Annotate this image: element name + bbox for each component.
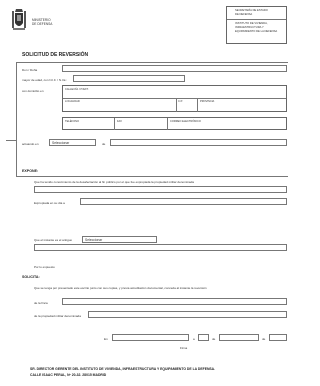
agency-line5: EQUIPAMIENTO DE LA DEFENSA bbox=[235, 30, 278, 33]
de-label-2: de bbox=[262, 337, 266, 341]
de-label: de bbox=[102, 142, 106, 146]
actuando-label: actuando en bbox=[22, 142, 39, 146]
de-field[interactable] bbox=[110, 139, 287, 146]
actuando-select-value: Seleccionar bbox=[52, 141, 70, 145]
en-label: En bbox=[104, 337, 108, 341]
telefono-label: TELÉFONO bbox=[65, 119, 79, 123]
anio-field[interactable] bbox=[269, 334, 287, 341]
expone-line3: Que el instante es el antiguo bbox=[34, 238, 73, 242]
instante-field[interactable] bbox=[34, 244, 287, 251]
correo-label: CORREO ELECTRÓNICO bbox=[170, 119, 201, 123]
provincia-label: PROVINCIA bbox=[200, 99, 215, 103]
don-dona-label: Don / Doña bbox=[22, 68, 38, 72]
solicita-line3: de la propiedad militar denominada bbox=[34, 314, 81, 318]
contact-block: TELÉFONO FAX CORREO ELECTRÓNICO bbox=[62, 117, 287, 130]
firma-label: Firma bbox=[180, 346, 188, 350]
solicita-heading: SOLICITA: bbox=[22, 275, 40, 279]
nif-label: mayor de edad, con N.I.F. / N.I.E.: bbox=[22, 78, 68, 82]
expone-line2: Expropiada en su día a bbox=[34, 201, 65, 205]
de-label-1: de bbox=[212, 337, 216, 341]
expone-line4: Por lo expuesto bbox=[34, 265, 55, 269]
footer-line1: SR. DIRECTOR GERENTE DEL INSTITUTO DE VI… bbox=[30, 367, 216, 371]
instante-select-value: Seleccionar bbox=[85, 238, 103, 242]
cp-label: C.P. bbox=[178, 99, 183, 103]
expone-line1: Que ha tenido conocimiento de la desafec… bbox=[34, 180, 194, 184]
finca-field[interactable] bbox=[62, 298, 287, 305]
a-label: a bbox=[193, 337, 195, 341]
denominada-field[interactable] bbox=[88, 311, 287, 318]
propiedad-field[interactable] bbox=[34, 186, 287, 193]
localidad-label: LOCALIDAD bbox=[65, 99, 80, 103]
expropiada-field[interactable] bbox=[80, 198, 287, 205]
agency-box: SECRETARÍA DE ESTADO DE DEFENSA INSTITUT… bbox=[226, 6, 287, 44]
instante-select[interactable]: Seleccionar bbox=[82, 236, 157, 243]
solicita-line1: Que se tenga por presentado este escrito… bbox=[34, 286, 207, 290]
actuando-select[interactable]: Seleccionar bbox=[49, 139, 96, 146]
lugar-field[interactable] bbox=[112, 334, 189, 341]
nif-field[interactable] bbox=[73, 75, 185, 82]
ministry-line2: DE DEFENSA bbox=[32, 22, 53, 26]
solicita-line2: de la finca bbox=[34, 301, 48, 305]
agency-line2: DE DEFENSA bbox=[235, 13, 253, 16]
domicilio-label: con domicilio en bbox=[22, 89, 44, 93]
coat-of-arms-icon bbox=[10, 8, 28, 32]
expone-heading: EXPONE: bbox=[22, 169, 39, 173]
fax-label: FAX bbox=[117, 119, 122, 123]
footer-line2: CALLE ISAAC PERAL, Nº 20-32. 28015 MADRI… bbox=[30, 373, 107, 377]
page-title: SOLICITUD DE REVERSIÓN bbox=[22, 52, 89, 58]
mes-field[interactable] bbox=[219, 334, 259, 341]
name-field[interactable] bbox=[62, 65, 287, 72]
calle-field[interactable] bbox=[63, 90, 286, 96]
dia-field[interactable] bbox=[198, 334, 209, 341]
